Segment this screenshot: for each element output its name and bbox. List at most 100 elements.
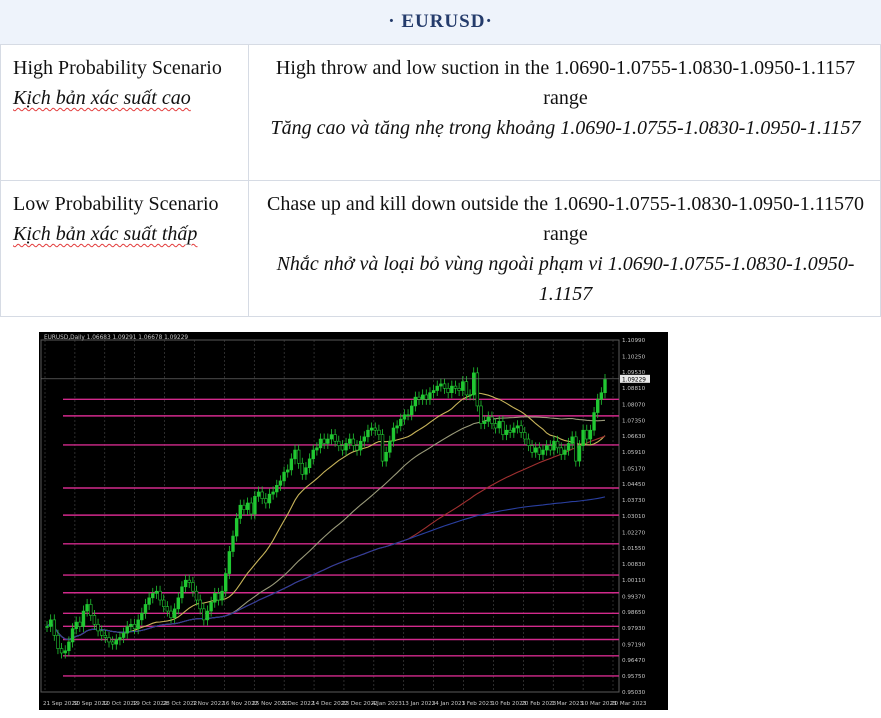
candle-body: [453, 385, 458, 389]
x-tick-label: 5 Dec 2022: [282, 701, 314, 707]
candle-body: [205, 610, 210, 621]
y-tick-label: 1.00830: [622, 562, 646, 568]
scenario-desc-vi: Tăng cao và tăng nhẹ trong khoảng 1.0690…: [270, 117, 861, 139]
candle-body: [399, 418, 403, 427]
candle-body: [355, 445, 359, 451]
candle-body: [121, 632, 126, 638]
scenario-label-en: Low Probability Scenario: [13, 193, 219, 215]
candle-body: [384, 451, 388, 462]
chart-background: [39, 332, 668, 710]
candle-body: [96, 623, 100, 632]
candle-body: [475, 372, 480, 407]
scenario-label-vi: Kịch bản xác suất cao: [13, 87, 191, 109]
scenario-desc-vi: Nhắc nhở và loại bỏ vùng ngoài phạm vi 1…: [276, 253, 855, 305]
candle-body: [581, 429, 585, 446]
scenario-label-cell: Low Probability Scenario Kịch bản xác su…: [0, 180, 249, 317]
candle-body: [435, 385, 439, 391]
candle-body: [402, 414, 407, 420]
candle-body: [417, 396, 421, 400]
candle-body: [559, 447, 563, 455]
candle-body: [260, 491, 264, 499]
candle-body: [599, 392, 604, 400]
price-chart: 21 Sep 2022 30 Sep 2022 10 Oct 2022 19 Oct …: [39, 332, 668, 710]
y-tick-label: 1.10250: [622, 354, 646, 360]
candle-body: [482, 421, 487, 424]
page-title: · EURUSD·: [0, 0, 881, 44]
y-tick-label: 1.03730: [622, 498, 646, 504]
candle-body: [282, 471, 286, 482]
y-tick-label: 0.97190: [622, 642, 646, 648]
candle-body: [85, 604, 89, 612]
candle-body: [322, 438, 326, 444]
candle-body: [428, 392, 432, 400]
y-tick-label: 0.95750: [622, 674, 646, 680]
candle-body: [140, 612, 144, 621]
candle-body: [264, 498, 268, 504]
candle-body: [245, 502, 250, 510]
x-tick-label: 24 Jan 2023: [432, 701, 466, 707]
candle-body: [296, 449, 301, 464]
candle-body: [81, 610, 86, 627]
candle-body: [52, 619, 56, 636]
candle-body: [220, 590, 224, 601]
candle-body: [504, 429, 509, 435]
candle-body: [461, 381, 465, 391]
candle-body: [172, 608, 177, 618]
candle-body: [515, 425, 520, 429]
candle-body: [592, 412, 596, 431]
candle-body: [410, 405, 414, 416]
scenario-desc-cell: High throw and low suction in the 1.0690…: [248, 44, 881, 181]
candle-body: [242, 504, 246, 510]
candle-body: [497, 421, 501, 429]
y-tick-label: 1.05910: [622, 450, 646, 456]
candle-body: [256, 491, 261, 497]
x-tick-label: 13 Jan 2023: [402, 701, 436, 707]
candle-body: [311, 449, 315, 460]
candle-body: [570, 436, 574, 444]
candle-body: [479, 405, 483, 424]
candle-body: [158, 590, 162, 601]
candle-body: [391, 427, 396, 442]
candle-body: [63, 650, 67, 654]
candle-body: [457, 388, 461, 391]
candle-body: [180, 586, 184, 599]
candle-body: [125, 626, 129, 634]
candle-body: [577, 445, 582, 462]
candle-body: [468, 394, 472, 397]
candle-body: [213, 593, 217, 603]
candle-body: [275, 485, 279, 493]
candle-body: [523, 432, 527, 440]
candle-body: [541, 449, 545, 455]
x-tick-label: 1 Mar 2023: [551, 701, 583, 707]
y-tick-label: 1.10990: [622, 338, 646, 344]
candle-body: [603, 379, 607, 394]
candle-body: [67, 641, 71, 652]
candle-body: [329, 434, 334, 440]
candle-body: [169, 610, 173, 618]
candle-body: [227, 551, 232, 574]
candle-body: [118, 637, 122, 641]
y-tick-label: 0.99370: [622, 594, 646, 600]
current-price-label: 1.09229: [622, 377, 646, 383]
candle-body: [293, 449, 297, 460]
candle-body: [337, 440, 341, 446]
candle-body: [544, 445, 549, 451]
candle-body: [89, 604, 93, 616]
y-tick-label: 1.06630: [622, 434, 646, 440]
candle-body: [333, 434, 337, 442]
candle-body: [351, 438, 356, 446]
candle-body: [249, 502, 253, 515]
candle-body: [588, 429, 593, 440]
candle-body: [340, 445, 345, 451]
candle-body: [413, 396, 418, 407]
chart-title: EURUSD,Daily 1.06683 1.09291 1.06678 1.0…: [44, 335, 188, 341]
candle-body: [424, 394, 428, 400]
candle-body: [267, 493, 272, 504]
candle-body: [176, 597, 180, 610]
scenario-label-vi: Kịch bản xác suất thấp: [13, 223, 198, 245]
candle-body: [530, 445, 534, 453]
candle-body: [472, 372, 476, 396]
candle-body: [362, 436, 366, 442]
candle-body: [107, 637, 111, 643]
candle-body: [165, 606, 170, 612]
